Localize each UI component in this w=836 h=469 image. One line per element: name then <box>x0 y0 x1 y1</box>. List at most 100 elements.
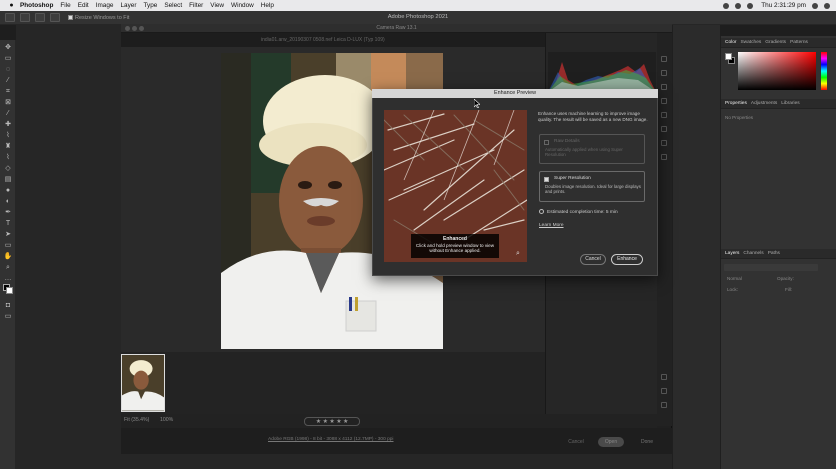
menu-help[interactable]: Help <box>261 2 274 9</box>
filmstrip-thumbnail[interactable] <box>121 354 165 412</box>
zoom-tool-icon-left[interactable]: ⌕ <box>3 264 13 272</box>
enhance-button[interactable]: Enhance <box>611 254 643 265</box>
menu-window[interactable]: Window <box>231 2 254 9</box>
menu-filter[interactable]: Filter <box>189 2 203 9</box>
mouse-cursor <box>474 99 480 108</box>
quick-select-tool-icon[interactable]: ⁄ <box>3 77 13 85</box>
workflow-options-link[interactable]: Adobe RGB (1998) - 8 bit - 3088 x 4112 (… <box>268 437 394 442</box>
dodge-tool-icon[interactable]: ◐ <box>3 198 13 206</box>
menu-view[interactable]: View <box>210 2 224 9</box>
hand-icon[interactable] <box>661 388 667 394</box>
wifi-icon[interactable] <box>735 2 742 9</box>
super-resolution-checkbox[interactable] <box>544 177 549 182</box>
star-rating[interactable]: ★ ★ ★ ★ ★ <box>304 417 360 426</box>
apple-icon[interactable]: ● <box>7 2 16 9</box>
tab-swatches[interactable]: Swatches <box>740 40 761 45</box>
camera-raw-cancel-button[interactable]: Cancel <box>562 437 590 447</box>
enhance-cancel-button[interactable]: Cancel <box>580 254 606 265</box>
menu-type[interactable]: Type <box>143 2 157 9</box>
clock-icon <box>539 209 544 214</box>
tab-channels[interactable]: Channels <box>743 251 763 256</box>
status-icon[interactable] <box>723 2 730 9</box>
enhance-dialog-title: Enhance Preview <box>372 89 658 98</box>
menu-file[interactable]: File <box>60 2 70 9</box>
zoom-percent[interactable]: Fit (35.4%) <box>124 417 149 423</box>
fill-label: Fill: <box>785 287 793 292</box>
blend-mode-select[interactable]: Normal <box>727 276 742 281</box>
history-brush-tool-icon[interactable]: ⌇ <box>3 154 13 162</box>
more-tools-icon[interactable]: … <box>3 275 13 283</box>
eraser-tool-icon[interactable]: ◇ <box>3 165 13 173</box>
screen: ● Photoshop File Edit Image Layer Type S… <box>0 0 836 469</box>
frame-tool-icon[interactable]: ⊠ <box>3 99 13 107</box>
quick-mask-icon[interactable]: ◘ <box>3 302 13 310</box>
tab-gradients[interactable]: Gradients <box>765 40 786 45</box>
layers-panel-tabs: Layers Channels Paths <box>721 249 836 259</box>
redeye-icon[interactable] <box>661 112 667 118</box>
learn-more-link[interactable]: Learn More <box>539 223 564 228</box>
hue-slider[interactable] <box>821 52 827 90</box>
tab-properties[interactable]: Properties <box>725 101 747 106</box>
type-tool-icon[interactable]: T <box>3 220 13 228</box>
layer-row[interactable] <box>724 264 818 271</box>
pen-tool-icon[interactable]: ✒ <box>3 209 13 217</box>
path-select-tool-icon[interactable]: ➤ <box>3 231 13 239</box>
snapshots-icon[interactable] <box>661 126 667 132</box>
control-center-icon[interactable] <box>824 2 830 9</box>
hand-tool-icon[interactable]: ✋ <box>3 253 13 261</box>
file-info: india01.arw_20190307 0508.nef Leica D-LU… <box>261 37 385 43</box>
magnify-icon[interactable]: ⌕ <box>516 250 524 258</box>
filmstrip <box>121 352 545 415</box>
edit-icon[interactable] <box>661 56 667 62</box>
menubar-clock[interactable]: Thu 2:31:29 pm <box>761 2 806 9</box>
tab-libraries[interactable]: Libraries <box>781 101 799 106</box>
move-tool-icon[interactable]: ✥ <box>3 44 13 52</box>
presets-icon[interactable] <box>661 140 667 146</box>
blur-tool-icon[interactable]: ● <box>3 187 13 195</box>
healing-icon[interactable] <box>661 84 667 90</box>
menu-select[interactable]: Select <box>164 2 182 9</box>
super-resolution-desc: Doubles image resolution. Ideal for larg… <box>545 184 641 195</box>
camera-raw-open-button[interactable]: Open <box>598 437 624 447</box>
brush-tool-icon[interactable]: ⌇ <box>3 132 13 140</box>
camera-raw-filebar: india01.arw_20190307 0508.nef Leica D-LU… <box>121 33 545 47</box>
color-picker-field[interactable] <box>738 52 816 90</box>
estimated-time-text: Estimated completion time: 5 min <box>547 210 618 215</box>
app-menu[interactable]: Photoshop <box>20 2 53 9</box>
mask-icon[interactable] <box>661 98 667 104</box>
panel-fg-swatch[interactable] <box>725 53 732 60</box>
options-bar: Resize Windows to Fit Adobe Photoshop 20… <box>0 11 836 25</box>
tab-patterns[interactable]: Patterns <box>790 40 808 45</box>
search-icon[interactable] <box>812 2 818 9</box>
gradient-tool-icon[interactable]: ▤ <box>3 176 13 184</box>
zoom-icon[interactable] <box>661 374 667 380</box>
more-icon[interactable] <box>661 154 667 160</box>
eyedropper-tool-icon[interactable]: ⁄ <box>3 110 13 118</box>
tab-adjustments[interactable]: Adjustments <box>751 101 777 106</box>
sampler-icon[interactable] <box>661 402 667 408</box>
color-swatches[interactable] <box>3 284 13 294</box>
background-color[interactable] <box>6 287 13 294</box>
menu-edit[interactable]: Edit <box>78 2 89 9</box>
tab-paths[interactable]: Paths <box>768 251 780 256</box>
zoom-level[interactable]: 100% <box>160 417 173 423</box>
healing-tool-icon[interactable]: ✚ <box>3 121 13 129</box>
tool-strip <box>657 33 672 426</box>
super-resolution-option[interactable]: Super Resolution Doubles image resolutio… <box>539 171 645 202</box>
marquee-tool-icon[interactable]: ▭ <box>3 55 13 63</box>
menu-image[interactable]: Image <box>96 2 114 9</box>
stamp-tool-icon[interactable]: ♜ <box>3 143 13 151</box>
screen-mode-icon[interactable]: ▭ <box>3 313 13 321</box>
tab-color[interactable]: Color <box>725 40 736 45</box>
crop-tool-icon[interactable]: ⌗ <box>3 88 13 96</box>
shape-tool-icon[interactable]: ▭ <box>3 242 13 250</box>
camera-raw-done-button[interactable]: Done <box>634 437 660 447</box>
raw-details-checkbox <box>544 140 549 145</box>
lasso-tool-icon[interactable]: ◌ <box>3 66 13 74</box>
tab-layers[interactable]: Layers <box>725 251 739 256</box>
window-title: Adobe Photoshop 2021 <box>387 14 449 20</box>
battery-icon[interactable] <box>747 2 754 9</box>
enhanced-badge-desc: Click and hold preview window to view wi… <box>415 242 495 254</box>
menu-layer[interactable]: Layer <box>120 2 136 9</box>
crop-icon[interactable] <box>661 70 667 76</box>
